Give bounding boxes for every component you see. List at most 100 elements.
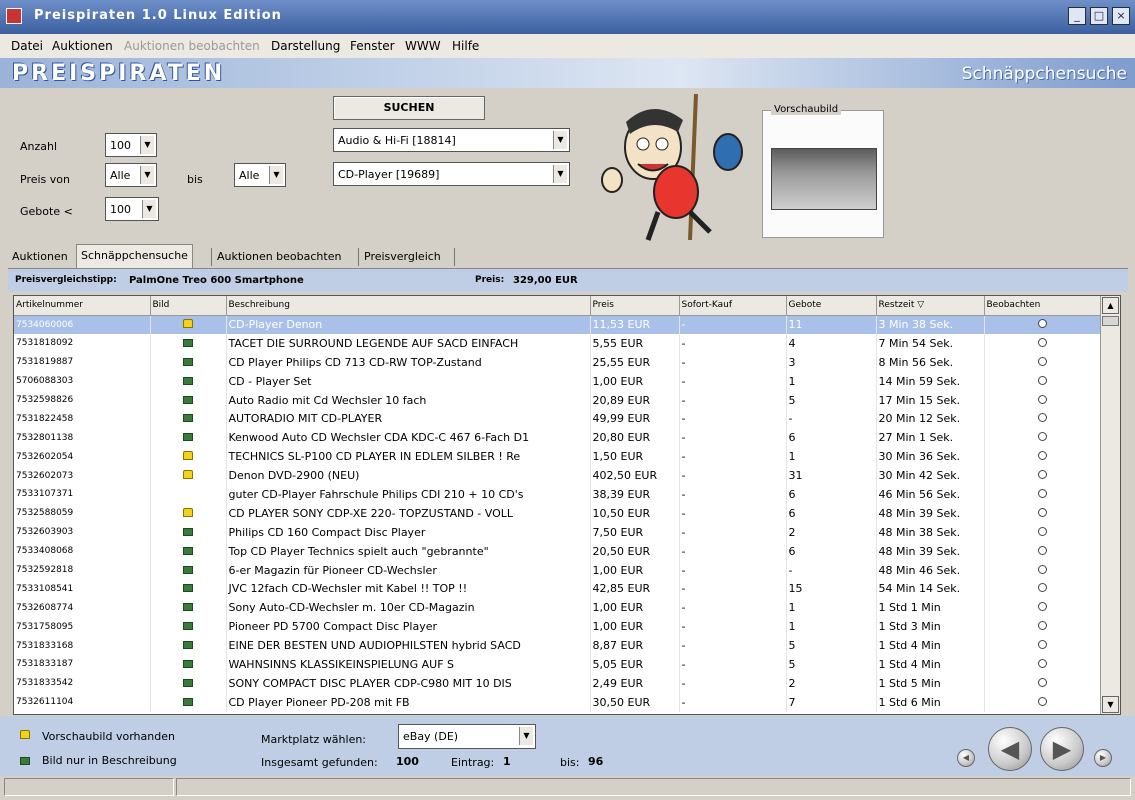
table-row[interactable]: 7532588059 CD PLAYER SONY CDP-XE 220- TOP… [14, 503, 1102, 523]
cell-beobachten[interactable] [984, 333, 1102, 353]
previous-page-icon[interactable]: ◀ [988, 727, 1032, 771]
col-header-sofort-kauf[interactable]: Sofort-Kauf [679, 296, 787, 316]
cell-beobachten[interactable] [984, 315, 1102, 334]
table-row[interactable]: 7532598826 Auto Radio mit Cd Wechsler 10 … [14, 390, 1102, 410]
cell-beobachten[interactable] [984, 352, 1102, 372]
watch-icon[interactable] [1038, 621, 1047, 631]
col-header-gebote[interactable]: Gebote [786, 296, 877, 316]
table-row[interactable]: 7531818092 TACET DIE SURROUND LEGENDE AUF… [14, 333, 1102, 353]
last-page-icon[interactable]: ▶ [1094, 749, 1112, 767]
table-row[interactable]: 5706088303 CD - Player Set 1,00 EUR -1 14 Mi… [14, 371, 1102, 391]
watch-icon[interactable] [1038, 413, 1047, 423]
scroll-up-icon[interactable]: ▲ [1102, 297, 1119, 314]
watch-icon[interactable] [1038, 488, 1047, 498]
watch-icon[interactable] [1038, 696, 1047, 706]
watch-icon[interactable] [1038, 583, 1047, 593]
minimize-icon[interactable]: _ [1068, 7, 1086, 25]
close-icon[interactable]: × [1112, 7, 1130, 25]
col-header-preis[interactable]: Preis [590, 296, 680, 316]
menu-darstellung[interactable]: Darstellung [271, 39, 340, 53]
cell-beobachten[interactable] [984, 485, 1102, 504]
watch-icon[interactable] [1038, 602, 1047, 612]
watch-icon[interactable] [1038, 677, 1047, 687]
table-row[interactable]: 7534060006 CD-Player Denon 11,53 EUR -11 3 M… [14, 315, 1102, 334]
watch-icon[interactable] [1038, 319, 1047, 329]
count-select[interactable]: 100 ▼ [105, 133, 157, 157]
cell-beobachten[interactable] [984, 560, 1102, 580]
tab-auktionen[interactable]: Auktionen [8, 246, 72, 266]
col-header-restzeit[interactable]: Restzeit ▽ [876, 296, 985, 316]
table-row[interactable]: 7532608774 Sony Auto-CD-Wechsler m. 10er … [14, 598, 1102, 618]
cell-beobachten[interactable] [984, 522, 1102, 542]
cell-beobachten[interactable] [984, 447, 1102, 467]
table-row[interactable]: 7531822458 AUTORADIO MIT CD-PLAYER 49,99 E… [14, 409, 1102, 429]
cell-beobachten[interactable] [984, 371, 1102, 391]
col-header-beobachten[interactable]: Beobachten [984, 296, 1102, 316]
scroll-thumb[interactable] [1102, 316, 1119, 326]
table-row[interactable]: 7532602073 Denon DVD-2900 (NEU) 402,50 EUR… [14, 466, 1102, 486]
table-row[interactable]: 7531833542 SONY COMPACT DISC PLAYER CDP-C… [14, 673, 1102, 693]
table-row[interactable]: 7532801138 Kenwood Auto CD Wechsler CDA K… [14, 428, 1102, 448]
price-from-select[interactable]: Alle ▼ [105, 163, 157, 187]
menu-auktionen[interactable]: Auktionen [52, 39, 113, 53]
cell-beobachten[interactable] [984, 541, 1102, 561]
table-row[interactable]: 7533408068 Top CD Player Technics spielt … [14, 541, 1102, 561]
price-to-select[interactable]: Alle ▼ [234, 163, 286, 187]
first-page-icon[interactable]: ◀ [957, 749, 975, 767]
watch-icon[interactable] [1038, 337, 1047, 347]
table-row[interactable]: 7532602054 TECHNICS SL-P100 CD PLAYER IN … [14, 447, 1102, 467]
watch-icon[interactable] [1038, 545, 1047, 555]
watch-icon[interactable] [1038, 470, 1047, 480]
watch-icon[interactable] [1038, 375, 1047, 385]
scroll-down-icon[interactable]: ▼ [1102, 696, 1119, 713]
watch-icon[interactable] [1038, 526, 1047, 536]
next-page-icon[interactable]: ▶ [1040, 727, 1084, 771]
watch-icon[interactable] [1038, 451, 1047, 461]
search-button[interactable]: SUCHEN [333, 96, 485, 120]
cell-beobachten[interactable] [984, 692, 1102, 712]
menu-datei[interactable]: Datei [11, 39, 43, 53]
watch-icon[interactable] [1038, 507, 1047, 517]
cell-beobachten[interactable] [984, 655, 1102, 674]
cell-beobachten[interactable] [984, 636, 1102, 656]
col-header-bild[interactable]: Bild [150, 296, 227, 316]
table-row[interactable]: 7533108541 JVC 12fach CD-Wechsler mit Kab… [14, 579, 1102, 599]
menu-fenster[interactable]: Fenster [350, 39, 395, 53]
watch-icon[interactable] [1038, 640, 1047, 650]
vertical-scrollbar[interactable]: ▲ ▼ [1100, 296, 1120, 714]
watch-icon[interactable] [1038, 564, 1047, 574]
market-select[interactable]: eBay (DE) ▼ [398, 724, 536, 749]
table-row[interactable]: 7531833168 EINE DER BESTEN UND AUDIOPHILS… [14, 636, 1102, 656]
col-header-beschreibung[interactable]: Beschreibung [226, 296, 591, 316]
category-select[interactable]: Audio & Hi-Fi [18814] ▼ [333, 128, 570, 152]
table-row[interactable]: 7531758095 Pioneer PD 5700 Compact Disc P… [14, 617, 1102, 637]
cell-beobachten[interactable] [984, 579, 1102, 599]
cell-beobachten[interactable] [984, 428, 1102, 448]
cell-beobachten[interactable] [984, 598, 1102, 618]
cell-beobachten[interactable] [984, 503, 1102, 523]
table-row[interactable]: 7533107371 guter CD-Player Fahrschule Phi… [14, 485, 1102, 504]
maximize-icon[interactable]: □ [1090, 7, 1108, 25]
table-row[interactable]: 7531833187 WAHNSINNS KLASSIKEINSPIELUNG A… [14, 655, 1102, 674]
tab-auktionen-beobachten[interactable]: Auktionen beobachten [213, 246, 345, 266]
watch-icon[interactable] [1038, 394, 1047, 404]
cell-beobachten[interactable] [984, 466, 1102, 486]
table-row[interactable]: 7531819887 CD Player Philips CD 713 CD-RW… [14, 352, 1102, 372]
menu-www[interactable]: WWW [405, 39, 441, 53]
watch-icon[interactable] [1038, 432, 1047, 442]
cell-beobachten[interactable] [984, 617, 1102, 637]
bids-select[interactable]: 100 ▼ [105, 197, 159, 221]
tab-preisvergleich[interactable]: Preisvergleich [360, 246, 445, 266]
tab-schnaeppchensuche[interactable]: Schnäppchensuche [76, 244, 193, 268]
table-row[interactable]: 7532603903 Philips CD 160 Compact Disc Pl… [14, 522, 1102, 542]
watch-icon[interactable] [1038, 658, 1047, 668]
menu-hilfe[interactable]: Hilfe [452, 39, 479, 53]
cell-beobachten[interactable] [984, 673, 1102, 693]
cell-beobachten[interactable] [984, 409, 1102, 429]
col-header-artikelnummer[interactable]: Artikelnummer [14, 296, 151, 316]
cell-beobachten[interactable] [984, 390, 1102, 410]
watch-icon[interactable] [1038, 356, 1047, 366]
tip-value[interactable]: PalmOne Treo 600 Smartphone [129, 275, 304, 286]
subcategory-select[interactable]: CD-Player [19689] ▼ [333, 162, 570, 186]
menu-auktionen-beobachten[interactable]: Auktionen beobachten [124, 39, 260, 53]
